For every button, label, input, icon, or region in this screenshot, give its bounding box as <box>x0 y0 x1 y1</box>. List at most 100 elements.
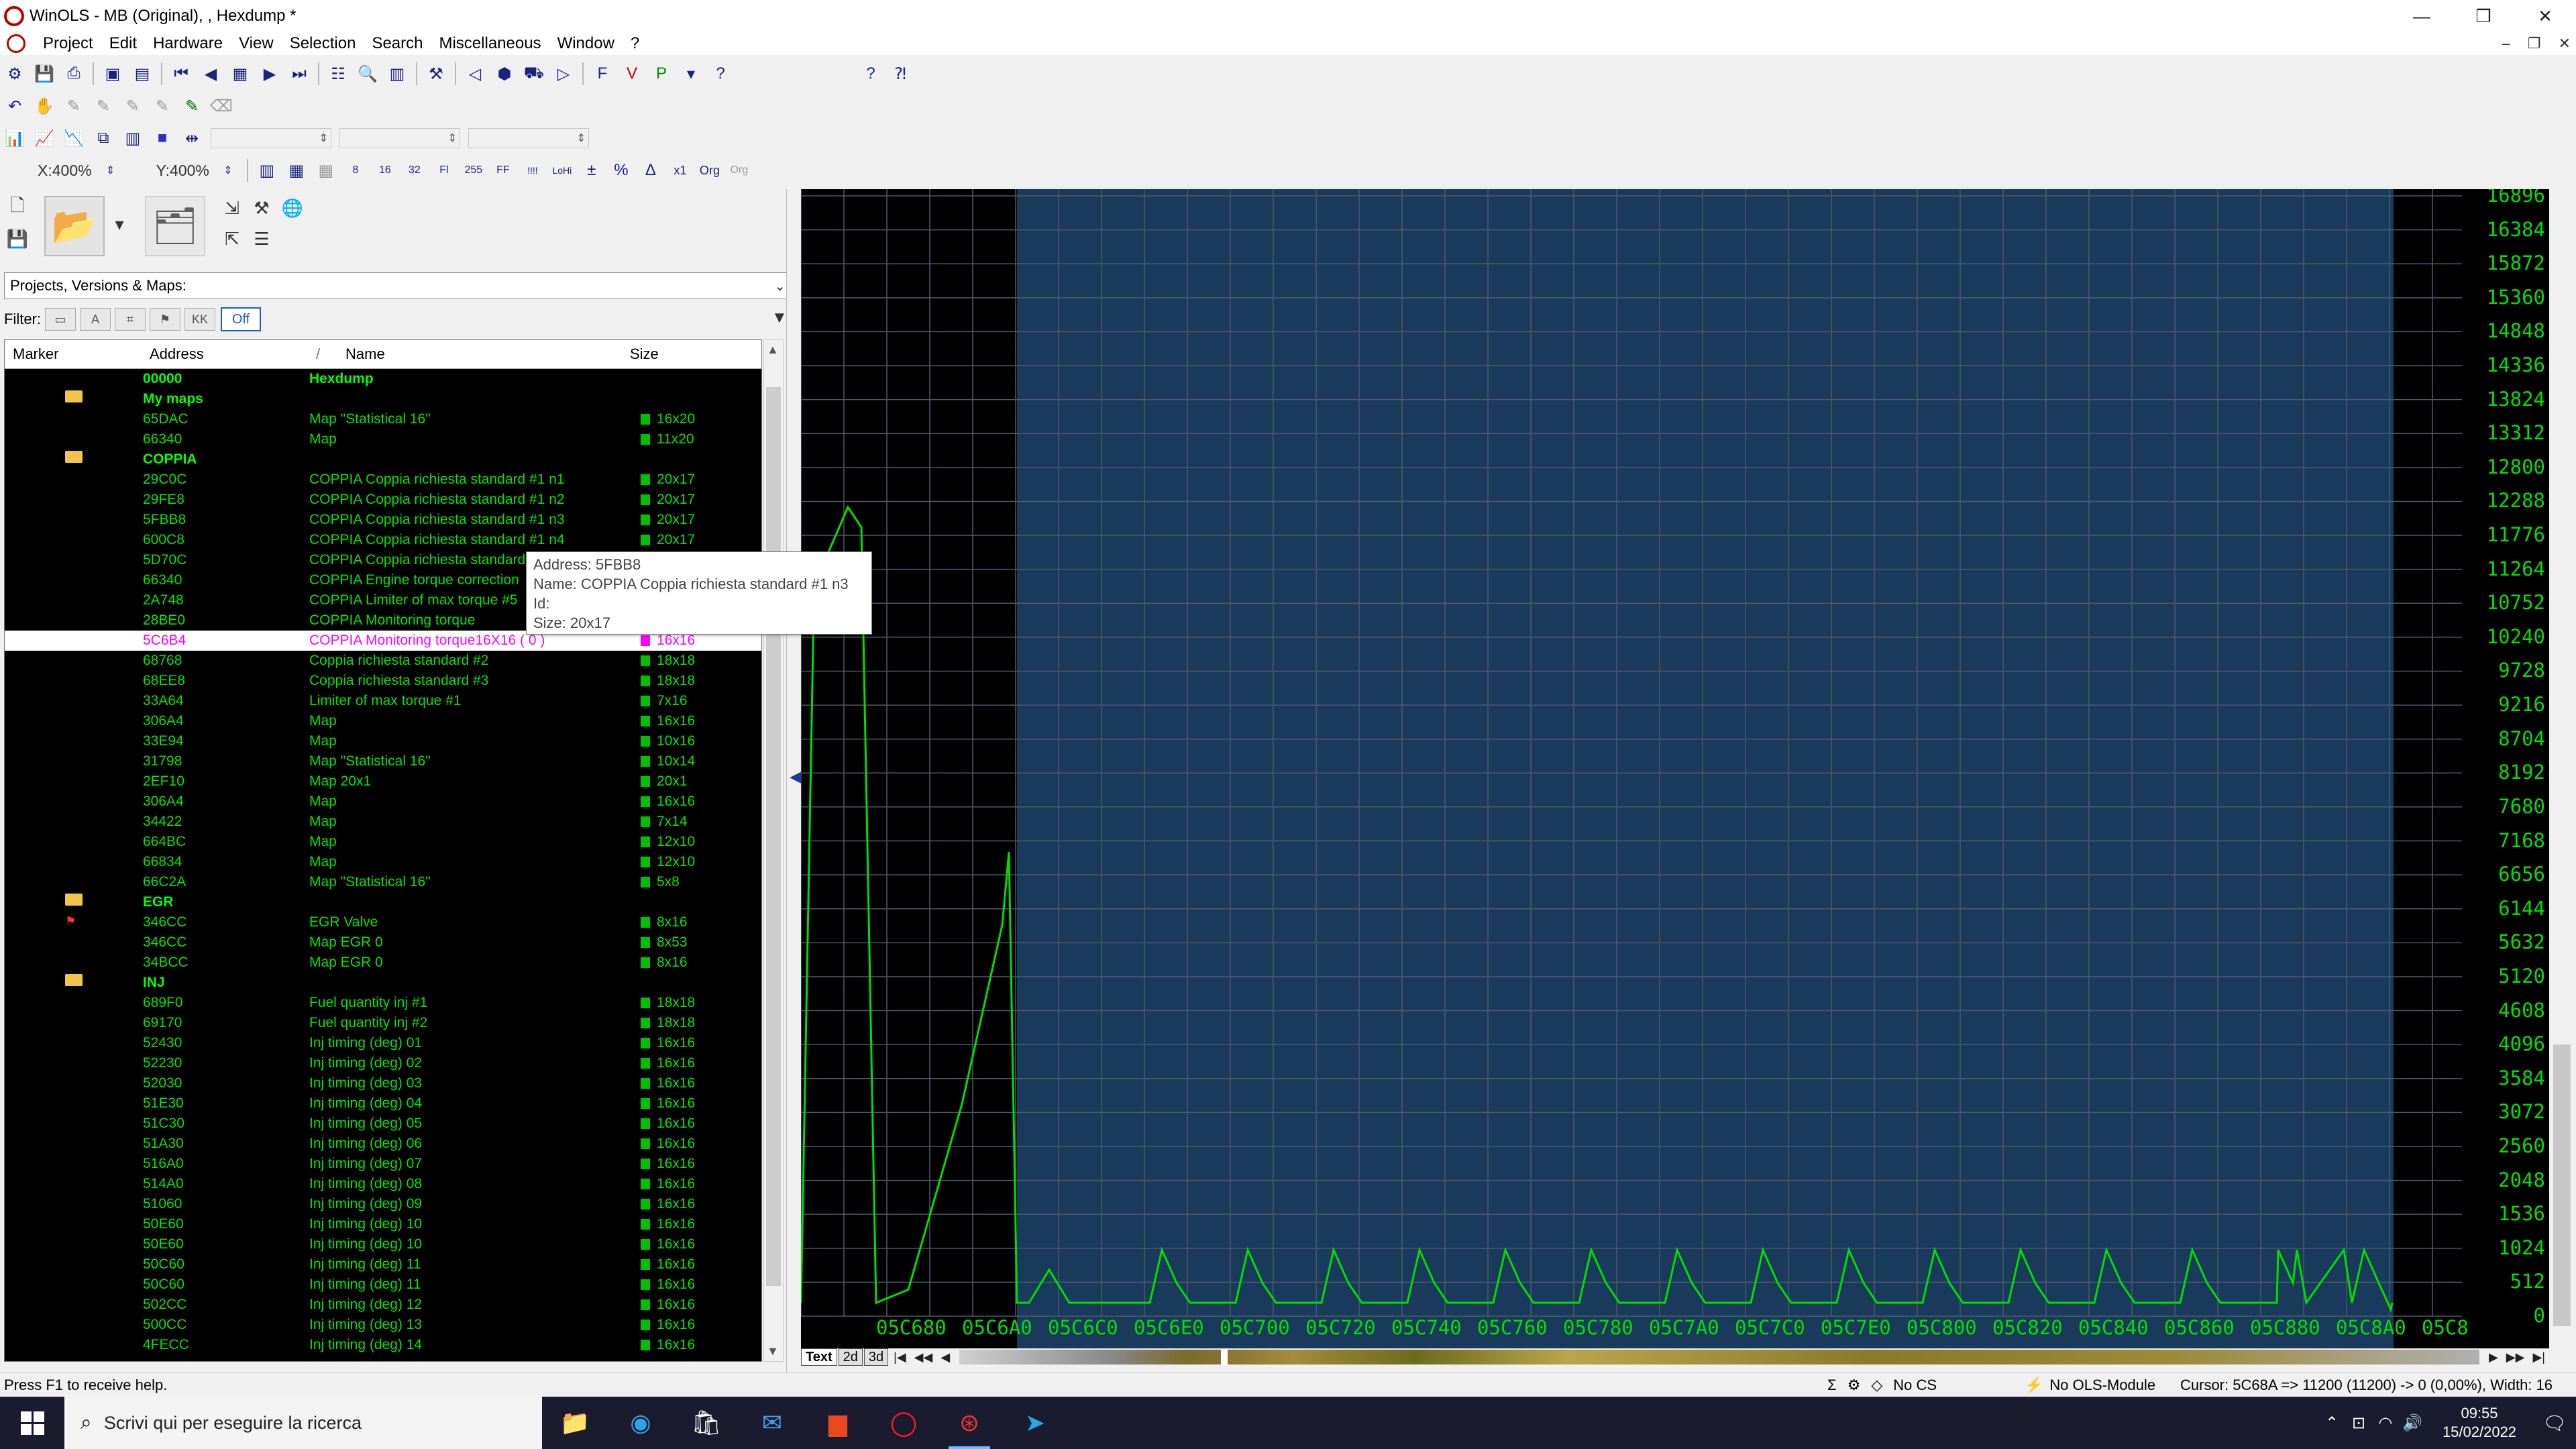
columns-icon[interactable]: ▥ <box>121 126 145 150</box>
mdi-minimize-button[interactable]: – <box>2502 35 2510 52</box>
list-item[interactable]: 50E60 Inj timing (deg) 10 16x16 <box>5 1214 761 1234</box>
archive-button[interactable]: 🗂 <box>145 196 205 256</box>
list-item[interactable]: 516A0 Inj timing (deg) 07 16x16 <box>5 1154 761 1174</box>
print-icon[interactable]: ⎙ <box>62 62 86 86</box>
telegram-icon[interactable]: ➤ <box>1002 1397 1068 1449</box>
list-item[interactable]: 52430 Inj timing (deg) 01 16x16 <box>5 1033 761 1053</box>
filter-marker-icon[interactable]: ⚑ <box>150 308 180 331</box>
scroll-prev-page-icon[interactable]: ◀◀ <box>910 1350 937 1364</box>
tab-2d[interactable]: 2d <box>838 1348 863 1366</box>
list-item[interactable]: 5FBB8 COPPIA Coppia richiesta standard #1… <box>5 510 761 530</box>
close-button[interactable]: ✕ <box>2514 0 2576 32</box>
sign-icon[interactable]: ± <box>580 158 604 182</box>
list-group[interactable]: EGR <box>5 892 761 912</box>
list-item[interactable]: 33A64 Limiter of max torque #1 7x16 <box>5 691 761 711</box>
tray-network-icon[interactable]: ⊡ <box>2345 1413 2372 1433</box>
column-size[interactable]: Size <box>630 345 659 363</box>
list-group[interactable]: 00000 Hexdump <box>5 369 761 389</box>
edge-icon[interactable]: ◉ <box>608 1397 674 1449</box>
p-icon[interactable]: P <box>649 62 674 86</box>
list-item[interactable]: 51A30 Inj timing (deg) 06 16x16 <box>5 1134 761 1154</box>
pen4-icon[interactable]: ✎ <box>150 94 174 118</box>
menu-view[interactable]: View <box>231 34 282 53</box>
grid-view-icon[interactable]: ▦ <box>314 158 338 182</box>
list-item[interactable]: 66340 Map 11x20 <box>5 429 761 449</box>
pen-icon[interactable]: ✎ <box>62 94 86 118</box>
f-icon[interactable]: F <box>590 62 614 86</box>
pen2-icon[interactable]: ✎ <box>91 94 115 118</box>
open-project-icon[interactable]: ⚙ <box>3 62 27 86</box>
list-item[interactable]: 50C60 Inj timing (deg) 11 16x16 <box>5 1275 761 1295</box>
diff-icon[interactable]: Org <box>727 158 751 182</box>
menu-help[interactable]: ? <box>623 34 647 53</box>
tab-text[interactable]: Text <box>801 1348 837 1366</box>
list-group[interactable]: My maps <box>5 389 761 409</box>
list-item[interactable]: 52230 Inj timing (deg) 02 16x16 <box>5 1053 761 1073</box>
filter-off-button[interactable]: Off <box>221 307 261 331</box>
original-icon[interactable]: Org <box>698 158 722 182</box>
list-item[interactable]: 29C0C COPPIA Coppia richiesta standard #1… <box>5 470 761 490</box>
list-item[interactable]: 66834 Map 12x10 <box>5 852 761 872</box>
start-button[interactable] <box>0 1397 64 1449</box>
tree-icon[interactable]: ☷ <box>326 62 350 86</box>
file-overview-bar[interactable] <box>959 1350 2479 1364</box>
document-icon[interactable] <box>7 34 25 53</box>
scroll-down-icon[interactable]: ▼ <box>767 1344 779 1358</box>
open-folder-button[interactable]: 📂 <box>44 196 105 256</box>
transfer-icon[interactable]: ⚒ <box>248 195 275 221</box>
prev-icon[interactable]: ◀ <box>199 62 223 86</box>
last-icon[interactable]: ⏭ <box>287 62 311 86</box>
menu-search[interactable]: Search <box>364 34 431 53</box>
menu-miscellaneous[interactable]: Miscellaneous <box>431 34 549 53</box>
scroll-up-icon[interactable]: ▲ <box>767 343 779 357</box>
list-item[interactable]: 51060 Inj timing (deg) 09 16x16 <box>5 1194 761 1214</box>
list-item[interactable]: 68EE8 Coppia richiesta standard #3 18x18 <box>5 671 761 691</box>
filter-folder-icon[interactable]: ▭ <box>45 308 76 331</box>
bit32-icon[interactable]: 32 <box>402 158 427 182</box>
list-item[interactable]: 664BC Map 12x10 <box>5 832 761 852</box>
v-icon[interactable]: V <box>620 62 644 86</box>
zoom-y-spinner[interactable]: ⇕ <box>216 158 240 182</box>
percent-icon[interactable]: % <box>609 158 633 182</box>
chart3-icon[interactable]: 📉 <box>62 126 86 150</box>
color-icon[interactable]: ■ <box>150 126 174 150</box>
list-item[interactable]: 689F0 Fuel quantity inj #1 18x18 <box>5 993 761 1013</box>
scroll-next-icon[interactable]: ▶ <box>2485 1350 2502 1364</box>
mail-icon[interactable]: ✉ <box>739 1397 805 1449</box>
tray-chevron-icon[interactable]: ⌃ <box>2318 1413 2345 1433</box>
office-icon[interactable]: ▆ <box>805 1397 871 1449</box>
car-icon[interactable]: ⛟ <box>522 62 546 86</box>
menu-selection[interactable]: Selection <box>282 34 364 53</box>
view-combo-3[interactable]: ⇕ <box>468 128 589 148</box>
sort-indicator[interactable]: / <box>316 345 320 363</box>
pen3-icon[interactable]: ✎ <box>121 94 145 118</box>
scroll-last-icon[interactable]: ▶| <box>2528 1350 2549 1364</box>
selection-band[interactable] <box>1017 189 2394 1351</box>
list-item[interactable]: 51E30 Inj timing (deg) 04 16x16 <box>5 1093 761 1114</box>
view-combo-2[interactable]: ⇕ <box>339 128 460 148</box>
list-item[interactable]: 50E60 Inj timing (deg) 10 16x16 <box>5 1234 761 1254</box>
projects-combo[interactable]: Projects, Versions & Maps: ⌄ <box>4 272 792 299</box>
forward-icon[interactable]: ▷ <box>551 62 576 86</box>
scroll-thumb[interactable] <box>766 387 781 1286</box>
dropdown-icon[interactable]: ▾ <box>679 62 703 86</box>
delta-icon[interactable]: Δ <box>639 158 663 182</box>
graph-view[interactable]: 16896 16384 15872 15360 14848 14336 13824 13312… <box>801 189 2549 1351</box>
opera-icon[interactable]: ◯ <box>871 1397 936 1449</box>
tray-wifi-icon[interactable]: ◠ <box>2372 1413 2399 1433</box>
filter-text-icon[interactable]: A <box>80 308 111 331</box>
list-item[interactable]: 2EF10 Map 20x1 20x1 <box>5 771 761 792</box>
first-icon[interactable]: ⏮ <box>169 62 193 86</box>
list-item[interactable]: 50C60 Inj timing (deg) 11 16x16 <box>5 1254 761 1275</box>
compare-icon[interactable]: ▤ <box>130 62 154 86</box>
list-item[interactable]: 4FECC Inj timing (deg) 14 16x16 <box>5 1335 761 1355</box>
scroll-prev-icon[interactable]: ◀ <box>936 1350 954 1364</box>
list-item[interactable]: 29FE8 COPPIA Coppia richiesta standard #1… <box>5 490 761 510</box>
filter-dropdown-icon[interactable]: ▼ <box>771 309 788 327</box>
new-icon[interactable]: 🗋 <box>4 195 31 221</box>
list-item[interactable]: 69170 Fuel quantity inj #2 18x18 <box>5 1013 761 1033</box>
list-item[interactable]: 502CC Inj timing (deg) 12 16x16 <box>5 1295 761 1315</box>
question-icon[interactable]: ? <box>708 62 733 86</box>
checksum-icon[interactable]: ▥ <box>385 62 409 86</box>
list-item[interactable]: 66C2A Map "Statistical 16" 5x8 <box>5 872 761 892</box>
